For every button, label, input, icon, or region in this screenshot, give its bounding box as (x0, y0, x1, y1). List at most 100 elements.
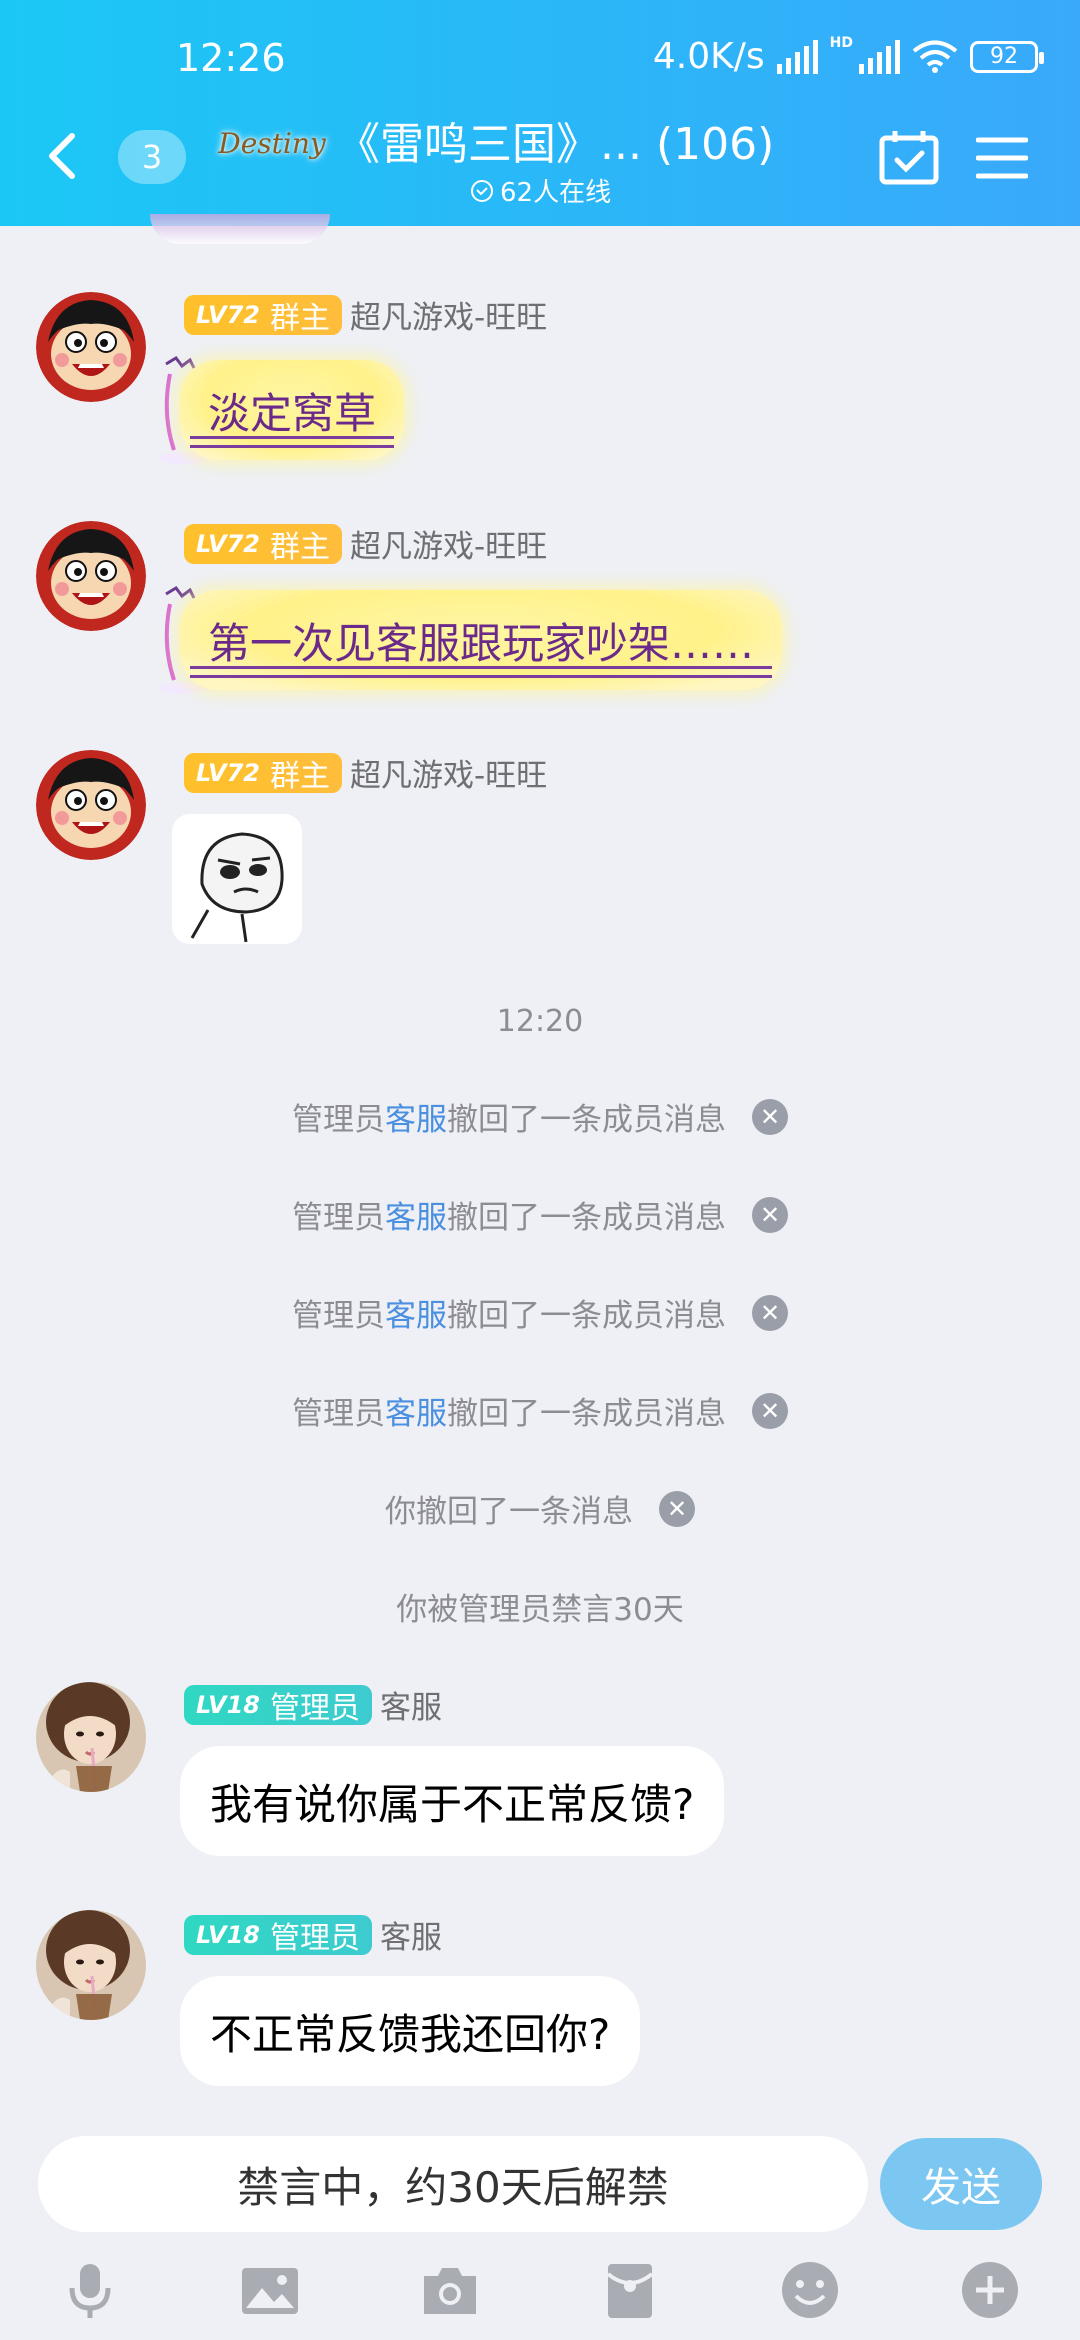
notice-text: 管理员 (292, 1102, 385, 1138)
signal-icon (776, 39, 818, 74)
system-notice: 管理员 客服 撤回了一条成员消息 ✕ (0, 1192, 1080, 1237)
timestamp: 12:20 (496, 1004, 584, 1039)
admin-name-link[interactable]: 客服 (385, 1192, 447, 1237)
notice-text: 撤回了一条成员消息 (447, 1396, 726, 1432)
message-bubble[interactable]: 我有说你属于不正常反馈? (180, 1746, 725, 1856)
notice-text: 你被管理员禁言30天 (396, 1592, 684, 1628)
message-text: 不正常反馈我还回你? (210, 2009, 611, 2059)
red-packet-icon[interactable] (598, 2258, 662, 2322)
calendar-check-icon[interactable] (878, 128, 940, 186)
level-label: LV72 (196, 758, 260, 787)
sticker-message[interactable] (172, 814, 302, 944)
role-label: 管理员 (269, 1690, 360, 1726)
level-label: LV72 (196, 529, 260, 558)
notice-text: 撤回了一条成员消息 (447, 1200, 726, 1236)
chevron-left-icon[interactable] (40, 128, 84, 184)
system-notice: 管理员 客服 撤回了一条成员消息 ✕ (0, 1094, 1080, 1139)
message-text: 第一次见客服跟玩家吵架…… (208, 618, 755, 668)
role-label: 管理员 (269, 1920, 360, 1956)
status-time: 12:26 (176, 36, 286, 80)
admin-name-link[interactable]: 客服 (385, 1388, 447, 1433)
status-icons: 4.0K/s HD 92 (652, 34, 1044, 77)
message-bubble[interactable]: 不正常反馈我还回你? (180, 1976, 641, 2086)
microphone-icon[interactable] (58, 2258, 122, 2322)
close-icon[interactable]: ✕ (752, 1294, 788, 1331)
sender-info: LV72 群主 超凡游戏-旺旺 (184, 292, 547, 337)
admin-name-link[interactable]: 客服 (385, 1290, 447, 1335)
message-text: 我有说你属于不正常反馈? (210, 1779, 695, 1829)
wifi-icon (912, 40, 958, 73)
notice-text: 撤回了一条成员消息 (447, 1298, 726, 1334)
avatar[interactable] (36, 1910, 146, 2020)
notice-text: 管理员 (292, 1298, 385, 1334)
role-label: 群主 (269, 300, 330, 336)
notice-text: 撤回了一条成员消息 (447, 1102, 726, 1138)
sender-name[interactable]: 超凡游戏-旺旺 (350, 750, 547, 795)
hamburger-menu-icon[interactable] (976, 136, 1028, 180)
send-button[interactable]: 发送 (880, 2138, 1042, 2230)
sender-info: LV72 群主 超凡游戏-旺旺 (184, 750, 547, 795)
previous-message-remnant (150, 214, 330, 244)
input-toolbar (0, 2250, 1080, 2330)
sender-name[interactable]: 客服 (380, 1912, 442, 1957)
sender-info: LV72 群主 超凡游戏-旺旺 (184, 521, 547, 566)
sender-name[interactable]: 超凡游戏-旺旺 (350, 292, 547, 337)
message-bubble[interactable]: 淡定窝草 (180, 360, 405, 460)
plus-icon[interactable] (958, 2258, 1022, 2322)
hd-label: HD (829, 34, 853, 51)
signal-icon-2 (859, 39, 900, 74)
level-badge: LV72 群主 (184, 752, 342, 794)
system-notice: 管理员 客服 撤回了一条成员消息 ✕ (0, 1388, 1080, 1433)
battery-icon: 92 (970, 40, 1044, 73)
sender-info: LV18 管理员 客服 (184, 1912, 442, 1957)
close-icon[interactable]: ✕ (752, 1098, 788, 1135)
online-status[interactable]: 62人在线 (470, 172, 611, 209)
muted-notice: 禁言中，约30天后解禁 (237, 2162, 669, 2212)
image-icon[interactable] (238, 2258, 302, 2322)
level-badge: LV72 群主 (184, 294, 342, 336)
notice-text: 管理员 (292, 1200, 385, 1236)
system-notice: 你被管理员禁言30天 (0, 1584, 1080, 1629)
avatar[interactable] (36, 292, 146, 402)
avatar[interactable] (36, 521, 146, 631)
level-label: LV18 (196, 1690, 260, 1719)
emoji-icon[interactable] (778, 2258, 842, 2322)
sender-name[interactable]: 客服 (380, 1682, 442, 1727)
girl-avatar-icon (36, 1682, 146, 1792)
shy-face-sticker-icon (172, 814, 302, 944)
avatar[interactable] (36, 1682, 146, 1792)
camera-icon[interactable] (418, 2258, 482, 2322)
notice-text: 管理员 (292, 1396, 385, 1432)
group-title[interactable]: 《雷鸣三国》... (106) (336, 108, 774, 172)
level-label: LV18 (196, 1920, 260, 1949)
system-notice: 管理员 客服 撤回了一条成员消息 ✕ (0, 1290, 1080, 1335)
message-text: 淡定窝草 (208, 388, 377, 438)
unread-count-badge[interactable]: 3 (118, 130, 186, 184)
sender-name[interactable]: 超凡游戏-旺旺 (350, 521, 547, 566)
level-badge: LV18 管理员 (184, 1914, 372, 1956)
chat-header: 12:26 4.0K/s HD 92 3 Destiny 《雷鸣三国》... (… (0, 0, 1080, 226)
notice-text: 你撤回了一条消息 (385, 1494, 633, 1530)
level-label: LV72 (196, 300, 260, 329)
level-badge: LV18 管理员 (184, 1684, 372, 1726)
girl-avatar-icon (36, 1910, 146, 2020)
close-icon[interactable]: ✕ (752, 1196, 788, 1233)
online-count: 62人在线 (500, 178, 612, 208)
message-bubble[interactable]: 第一次见客服跟玩家吵架…… (180, 590, 783, 690)
admin-name-link[interactable]: 客服 (385, 1094, 447, 1139)
network-speed: 4.0K/s (652, 36, 765, 77)
wangwang-avatar-icon (36, 521, 146, 631)
level-badge: LV72 群主 (184, 523, 342, 565)
avatar[interactable] (36, 750, 146, 860)
close-icon[interactable]: ✕ (752, 1392, 788, 1429)
message-input[interactable]: 禁言中，约30天后解禁 (38, 2136, 868, 2232)
wangwang-avatar-icon (36, 750, 146, 860)
check-circle-icon (471, 179, 493, 202)
group-logo[interactable]: Destiny (214, 118, 330, 168)
wangwang-avatar-icon (36, 292, 146, 402)
battery-level: 92 (990, 44, 1018, 69)
close-icon[interactable]: ✕ (659, 1490, 695, 1527)
system-notice: 你撤回了一条消息 ✕ (0, 1486, 1080, 1531)
role-label: 群主 (269, 758, 330, 794)
sender-info: LV18 管理员 客服 (184, 1682, 442, 1727)
